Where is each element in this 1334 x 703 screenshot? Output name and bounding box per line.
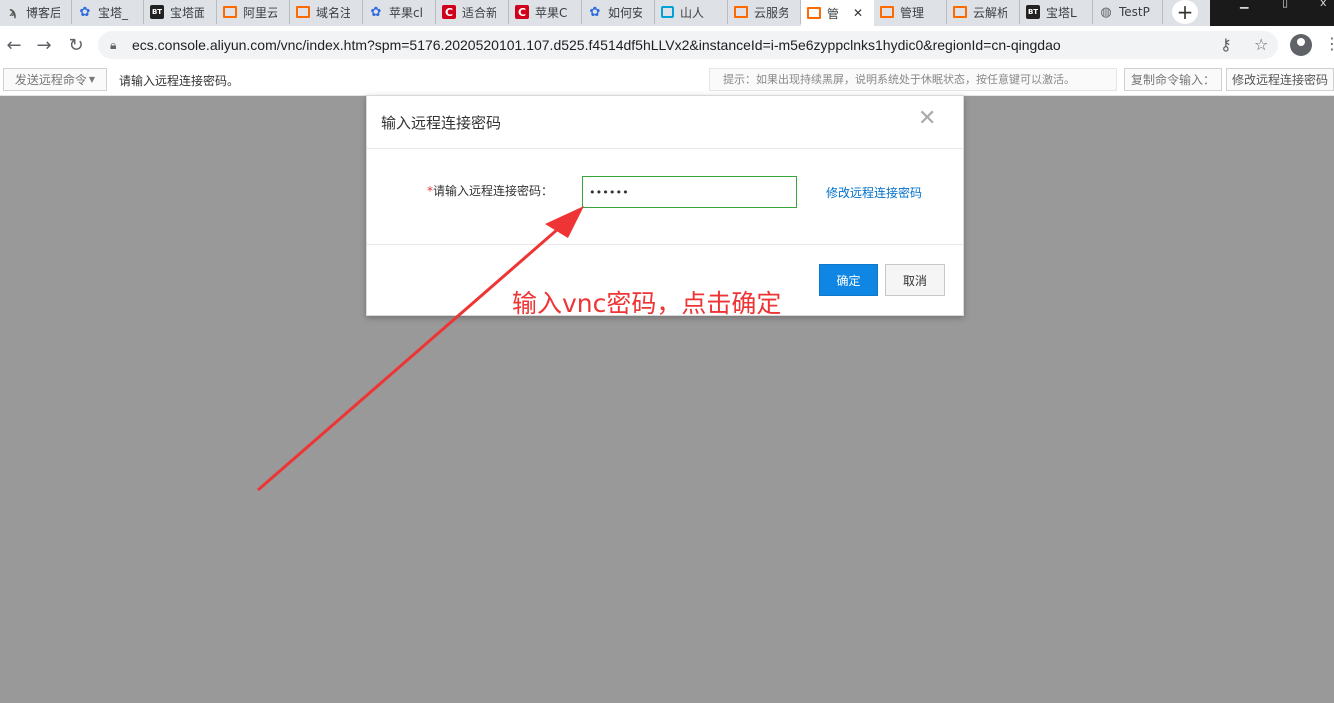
annotation-arrow	[257, 206, 584, 492]
annotation-text: 输入vnc密码，点击确定	[512, 289, 782, 318]
annotation-arrow-shaft	[257, 220, 567, 492]
